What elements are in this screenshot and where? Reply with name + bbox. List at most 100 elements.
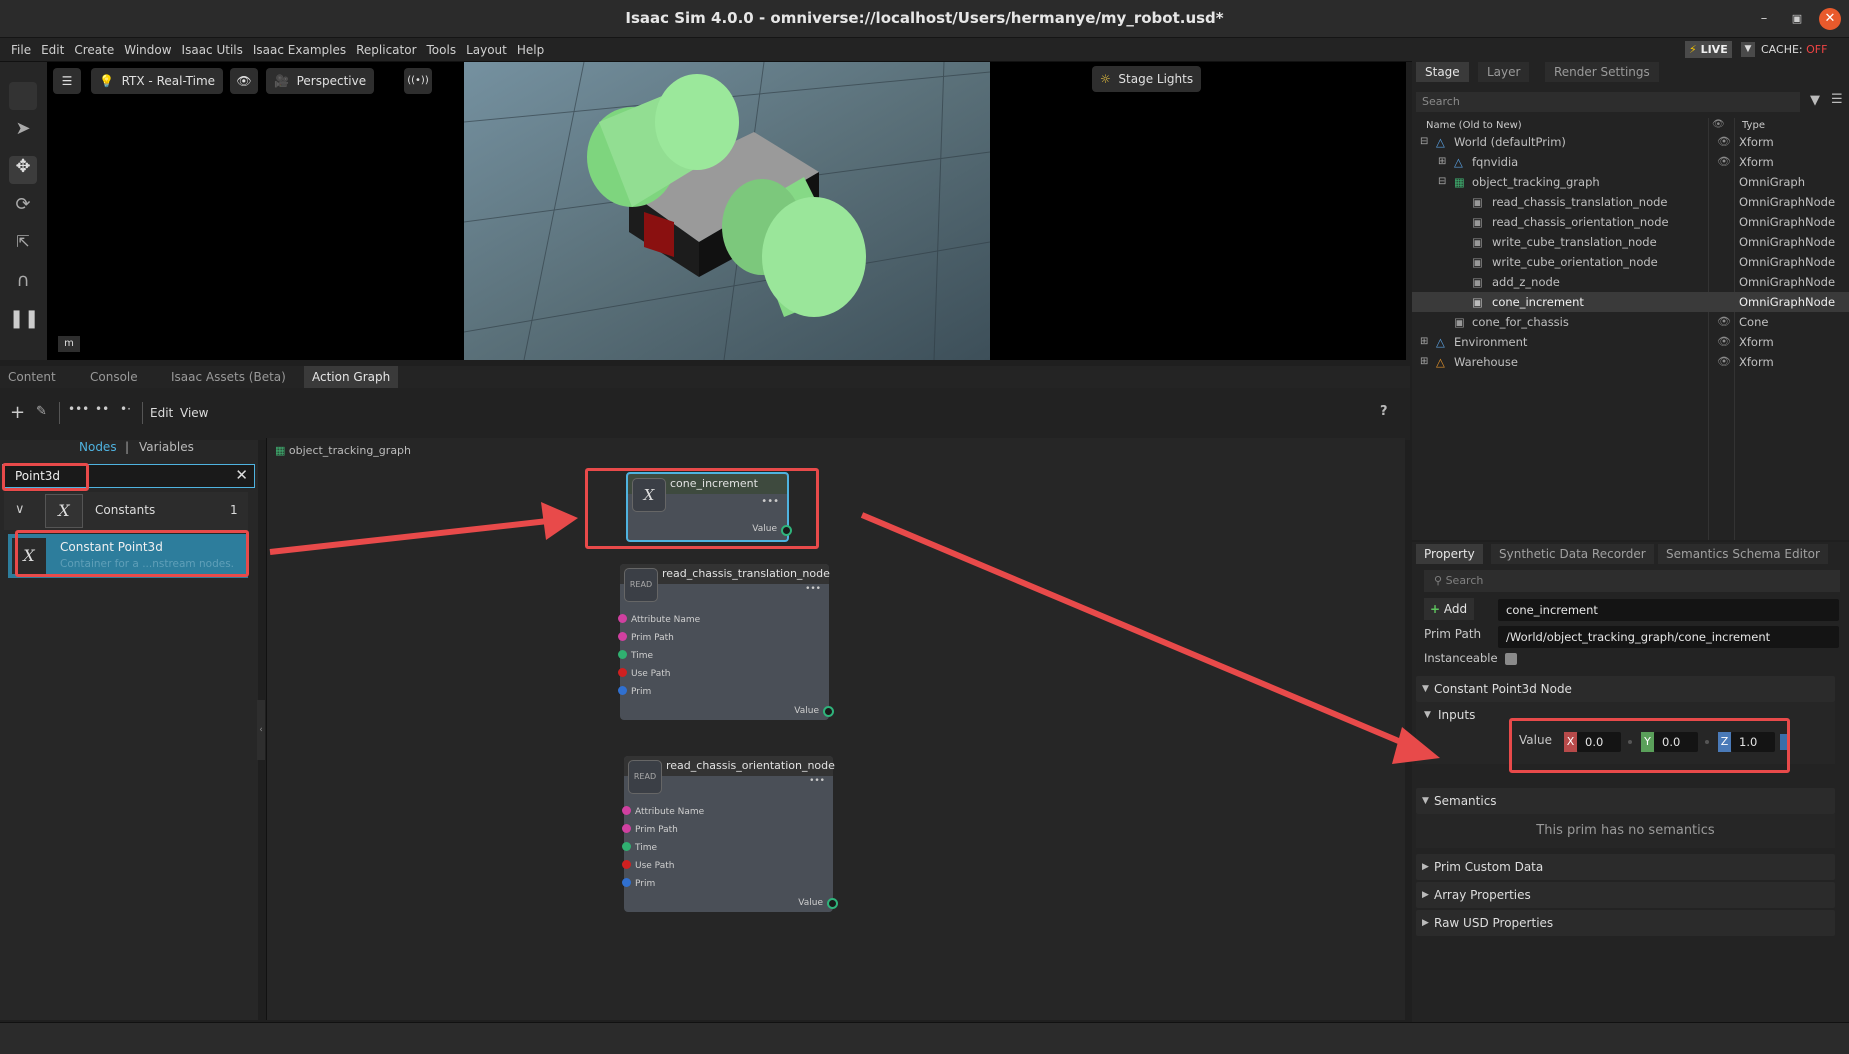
add-property-button[interactable]: + Add <box>1424 598 1474 620</box>
section-raw-usd-properties[interactable]: ▶ Raw USD Properties <box>1416 910 1835 936</box>
scale-icon[interactable]: ⇱ <box>9 232 37 260</box>
filter-icon[interactable]: ▼ <box>1810 93 1820 108</box>
maximize-icon[interactable]: ▣ <box>1786 8 1808 30</box>
graph-breadcrumb[interactable]: ▦ object_tracking_graph <box>275 444 411 457</box>
visibility-eye-icon[interactable]: 👁 <box>1717 312 1731 332</box>
visibility-eye-icon[interactable]: 👁 <box>1717 352 1731 372</box>
action-graph-canvas[interactable]: ▦ object_tracking_graph cone_increment X… <box>266 438 1405 1020</box>
move-icon[interactable]: ✥ <box>9 156 37 184</box>
menu-tools[interactable]: Tools <box>422 38 462 62</box>
single-dot-icon[interactable]: •· <box>120 402 131 416</box>
tree-row-fqnvidia[interactable]: ⊞ △ fqnvidia 👁 Xform <box>1412 152 1849 172</box>
tab-stage[interactable]: Stage <box>1416 62 1469 82</box>
output-port[interactable] <box>827 898 838 909</box>
input-prim-path[interactable]: Prim Path <box>622 824 678 835</box>
tree-row-environment[interactable]: ⊞ △ Environment 👁 Xform <box>1412 332 1849 352</box>
visibility-eye-icon[interactable]: 👁 <box>1717 132 1731 152</box>
node-menu-dots-icon[interactable]: ••• <box>809 776 825 786</box>
visibility-eye-icon[interactable]: 👁 <box>1717 332 1731 352</box>
input-prim[interactable]: Prim <box>622 878 655 889</box>
tree-row-write-cube-translation[interactable]: ▣ write_cube_translation_node OmniGraphN… <box>1412 232 1849 252</box>
tab-nodes[interactable]: Nodes <box>79 440 117 454</box>
input-use-path[interactable]: Use Path <box>622 860 674 871</box>
menu-layout[interactable]: Layout <box>461 38 512 62</box>
stage-search-input[interactable]: Search <box>1416 92 1800 112</box>
tree-row-world[interactable]: ⊟ △ World (defaultPrim) 👁 Xform <box>1412 132 1849 152</box>
tab-isaac-assets[interactable]: Isaac Assets (Beta) <box>163 366 294 388</box>
graph-node-read-chassis-orientation[interactable]: read_chassis_orientation_node READ ••• A… <box>622 756 838 912</box>
prim-name-field[interactable]: cone_increment <box>1498 599 1839 621</box>
tree-row-object-tracking-graph[interactable]: ⊟ ▦ object_tracking_graph OmniGraph <box>1412 172 1849 192</box>
tab-variables[interactable]: Variables <box>139 440 194 454</box>
visibility-eye-icon[interactable]: 👁 <box>230 68 258 94</box>
help-button[interactable]: ? <box>1380 404 1388 419</box>
collapse-icon[interactable]: ⊟ <box>1438 172 1446 192</box>
category-row-constants[interactable]: ∨ X Constants 1 <box>4 492 248 530</box>
tab-action-graph[interactable]: Action Graph <box>304 366 399 388</box>
align-dots-icon[interactable]: •• <box>95 402 109 416</box>
input-prim-path[interactable]: Prim Path <box>618 632 674 643</box>
broadcast-icon[interactable]: ((•)) <box>404 68 432 94</box>
rotate-icon[interactable]: ⟳ <box>9 194 37 222</box>
property-search-input[interactable]: ⚲ Search <box>1424 570 1840 592</box>
menu-window[interactable]: Window <box>119 38 176 62</box>
section-constant-point3d-node[interactable]: ▼ Constant Point3d Node <box>1416 676 1835 702</box>
select-arrow-icon[interactable]: ➤ <box>9 118 37 146</box>
visibility-eye-icon[interactable]: 👁 <box>1717 152 1731 172</box>
viewport[interactable]: ☰ 💡 RTX - Real-Time 👁 🎥 Perspective ((•)… <box>47 62 1406 360</box>
graph-view-menu[interactable]: View <box>180 406 208 420</box>
node-menu-dots-icon[interactable]: ••• <box>805 584 821 594</box>
tab-property[interactable]: Property <box>1416 544 1483 564</box>
tree-row-write-cube-orientation[interactable]: ▣ write_cube_orientation_node OmniGraphN… <box>1412 252 1849 272</box>
viewport-settings-icon[interactable]: ☰ <box>53 68 81 94</box>
menu-isaac-utils[interactable]: Isaac Utils <box>177 38 248 62</box>
edit-pencil-icon[interactable]: ✎ <box>36 404 47 419</box>
snap-magnet-icon[interactable]: ∩ <box>9 270 37 298</box>
prim-path-field[interactable]: /World/object_tracking_graph/cone_increm… <box>1498 626 1839 648</box>
collapse-icon[interactable]: ⊟ <box>1420 132 1428 152</box>
add-icon[interactable]: + <box>10 402 25 423</box>
input-time[interactable]: Time <box>618 650 653 661</box>
section-semantics[interactable]: ▼ Semantics <box>1416 788 1835 814</box>
section-array-properties[interactable]: ▶ Array Properties <box>1416 882 1835 908</box>
expand-icon[interactable]: ⊞ <box>1420 332 1428 352</box>
minimize-icon[interactable]: – <box>1753 8 1775 30</box>
input-time[interactable]: Time <box>622 842 657 853</box>
input-attribute-name[interactable]: Attribute Name <box>618 614 700 625</box>
tree-row-cone-for-chassis[interactable]: ▣ cone_for_chassis 👁 Cone <box>1412 312 1849 332</box>
viewport-scene[interactable] <box>464 62 990 360</box>
instanceable-checkbox[interactable] <box>1505 653 1517 665</box>
tree-row-read-chassis-translation[interactable]: ▣ read_chassis_translation_node OmniGrap… <box>1412 192 1849 212</box>
tab-console[interactable]: Console <box>82 366 146 388</box>
select-cube-icon[interactable] <box>9 82 37 110</box>
input-attribute-name[interactable]: Attribute Name <box>622 806 704 817</box>
menu-file[interactable]: File <box>6 38 36 62</box>
stage-options-icon[interactable]: ☰ <box>1831 92 1843 107</box>
menu-edit[interactable]: Edit <box>36 38 69 62</box>
tree-row-cone-increment[interactable]: ▣ cone_increment OmniGraphNode <box>1412 292 1849 312</box>
section-prim-custom-data[interactable]: ▶ Prim Custom Data <box>1416 854 1835 880</box>
panel-splitter-handle[interactable]: ‹ <box>257 700 265 760</box>
expand-icon[interactable]: ⊞ <box>1420 352 1428 372</box>
menu-create[interactable]: Create <box>69 38 119 62</box>
layout-dots-icon[interactable]: ••• <box>68 402 89 416</box>
pause-icon[interactable]: ❚❚ <box>9 308 39 336</box>
stage-lights-button[interactable]: ☼ Stage Lights <box>1092 66 1202 92</box>
tab-layer[interactable]: Layer <box>1478 62 1530 82</box>
input-use-path[interactable]: Use Path <box>618 668 670 679</box>
live-button[interactable]: ⚡ LIVE <box>1685 41 1732 58</box>
camera-button[interactable]: 🎥 Perspective <box>266 68 375 94</box>
tab-render-settings[interactable]: Render Settings <box>1545 62 1659 82</box>
close-icon[interactable]: ✕ <box>1819 8 1841 30</box>
graph-edit-menu[interactable]: Edit <box>150 406 173 420</box>
render-mode-button[interactable]: 💡 RTX - Real-Time <box>91 68 224 94</box>
tab-content[interactable]: Content <box>0 366 64 388</box>
expand-icon[interactable]: ⊞ <box>1438 152 1446 172</box>
live-dropdown-icon[interactable]: ▼ <box>1741 42 1755 57</box>
column-type-header[interactable]: Type <box>1742 120 1765 131</box>
input-prim[interactable]: Prim <box>618 686 651 697</box>
menu-replicator[interactable]: Replicator <box>351 38 421 62</box>
tab-synthetic-data-recorder[interactable]: Synthetic Data Recorder <box>1491 544 1654 564</box>
menu-help[interactable]: Help <box>512 38 549 62</box>
clear-search-icon[interactable]: ✕ <box>235 466 248 484</box>
